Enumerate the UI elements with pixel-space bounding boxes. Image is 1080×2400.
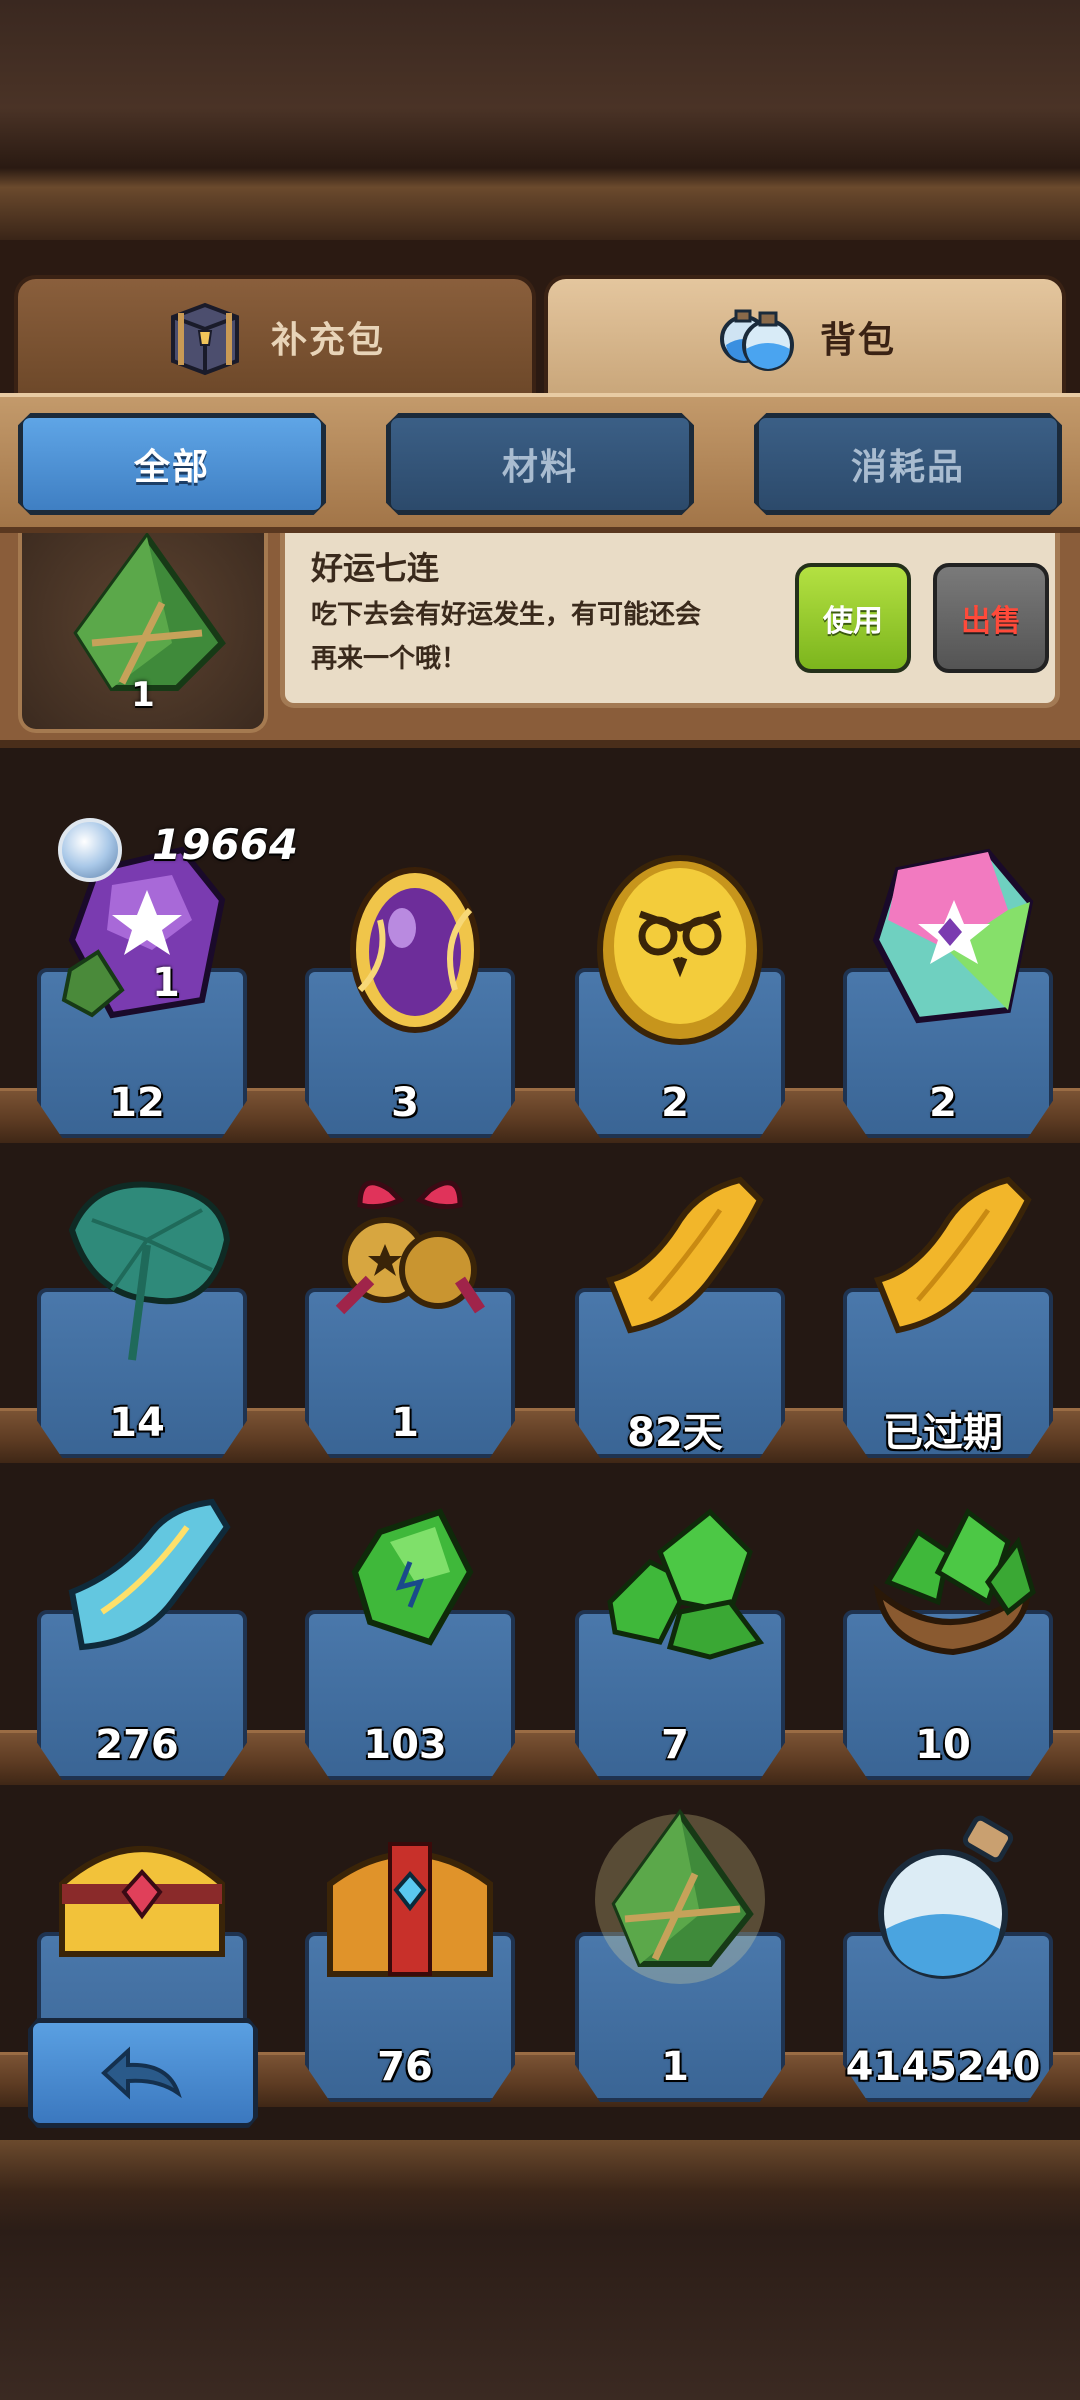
item-count: 1	[661, 2044, 689, 2090]
gold-scroll-icon	[605, 1176, 764, 1334]
purple-egg-icon	[350, 867, 480, 1033]
tab-backpack[interactable]: 背包	[544, 275, 1066, 395]
item-count: 14	[109, 1400, 165, 1446]
item-slot[interactable]: 7	[550, 1482, 800, 1782]
tab-materials[interactable]: 材料	[386, 413, 694, 515]
item-slot[interactable]: 已过期	[818, 1160, 1068, 1460]
item-count: 4145240	[845, 2044, 1041, 2090]
item-slot[interactable]: 4145240	[818, 1804, 1068, 2104]
item-description: 吃下去会有好运发生，有可能还会 再来一个哦！	[311, 593, 766, 681]
top-background	[0, 0, 1080, 240]
diamond-coin-icon	[58, 818, 122, 882]
item-slot[interactable]: 82天	[550, 1160, 800, 1460]
item-slot[interactable]: 14	[12, 1160, 262, 1460]
item-detail-panel: 1 好运七连 吃下去会有好运发生，有可能还会 再来一个哦！ 使用 出售	[0, 531, 1080, 748]
tab-label: 材料	[501, 447, 578, 488]
item-slot[interactable]: 103	[280, 1482, 530, 1782]
item-description-line: 吃下去会有好运发生，有可能还会	[311, 600, 702, 630]
item-count: 12	[109, 1080, 165, 1126]
tab-all[interactable]: 全部	[18, 413, 326, 515]
item-count: 10	[915, 1722, 971, 1768]
tab-label: 补充包	[270, 320, 385, 361]
sell-button-label: 出售	[961, 604, 1021, 639]
zongzi-icon	[595, 1808, 765, 1984]
gold-scroll-icon	[873, 1176, 1032, 1334]
tab-label: 背包	[819, 320, 896, 361]
use-button-label: 使用	[823, 604, 883, 639]
item-count: 7	[661, 1722, 689, 1768]
item-slot[interactable]: 10	[818, 1482, 1068, 1782]
item-count: 103	[363, 1722, 447, 1768]
back-arrow-icon	[101, 2046, 182, 2100]
currency-value: 19664	[152, 820, 299, 869]
item-count: 3	[391, 1080, 419, 1126]
sell-button[interactable]: 出售	[933, 563, 1049, 673]
item-slot[interactable]: 1	[550, 1804, 800, 2104]
tab-supply-pack[interactable]: 补充包	[14, 275, 536, 395]
item-slot[interactable]: 2	[818, 840, 1068, 1140]
green-crystal-pile-icon	[607, 1508, 765, 1660]
blue-ticket-icon	[68, 1498, 231, 1651]
green-crystal-sack-icon	[873, 1508, 1036, 1656]
gold-bells-icon	[335, 1180, 485, 1315]
red-treasure-chest-icon	[327, 1842, 493, 1977]
item-slot[interactable]: 3	[280, 840, 530, 1140]
rainbow-star-gem-icon	[872, 848, 1034, 1024]
gold-treasure-chest-icon	[59, 1846, 225, 1957]
item-count: 276	[95, 1722, 179, 1768]
tab-label: 消耗品	[850, 447, 965, 488]
lotus-leaf-icon	[68, 1181, 231, 1361]
gold-owl-coin-icon	[597, 855, 763, 1045]
item-name: 好运七连	[311, 549, 440, 587]
item-slot[interactable]: 1 12	[12, 840, 262, 1140]
potion-icon	[714, 295, 794, 379]
detail-info-box: 好运七连 吃下去会有好运发生，有可能还会 再来一个哦！ 使用 出售	[280, 533, 1060, 708]
category-bar: 全部 材料 消耗品	[0, 393, 1080, 533]
green-crystal-icon	[351, 1508, 474, 1646]
item-badge-count: 1	[152, 960, 180, 1006]
item-slot[interactable]: 1	[280, 1160, 530, 1460]
back-button[interactable]	[28, 2018, 258, 2128]
chest-icon	[165, 295, 245, 379]
bottom-background	[0, 2140, 1080, 2400]
item-slot[interactable]: 276	[12, 1482, 262, 1782]
item-slot[interactable]: 76	[280, 1804, 530, 2104]
tab-consumables[interactable]: 消耗品	[754, 413, 1062, 515]
use-button[interactable]: 使用	[795, 563, 911, 673]
detail-item-count: 1	[131, 675, 155, 715]
item-description-line: 再来一个哦！	[311, 644, 468, 674]
item-slot[interactable]: 2	[550, 840, 800, 1140]
item-count: 2	[661, 1080, 689, 1126]
item-count: 2	[929, 1080, 957, 1126]
blue-powder-bottle-icon	[878, 1815, 1014, 1979]
item-count: 1	[391, 1400, 419, 1446]
item-count: 76	[377, 2044, 433, 2090]
item-count: 已过期	[883, 1410, 1003, 1456]
tab-label: 全部	[133, 447, 210, 488]
item-count: 82天	[627, 1410, 723, 1456]
